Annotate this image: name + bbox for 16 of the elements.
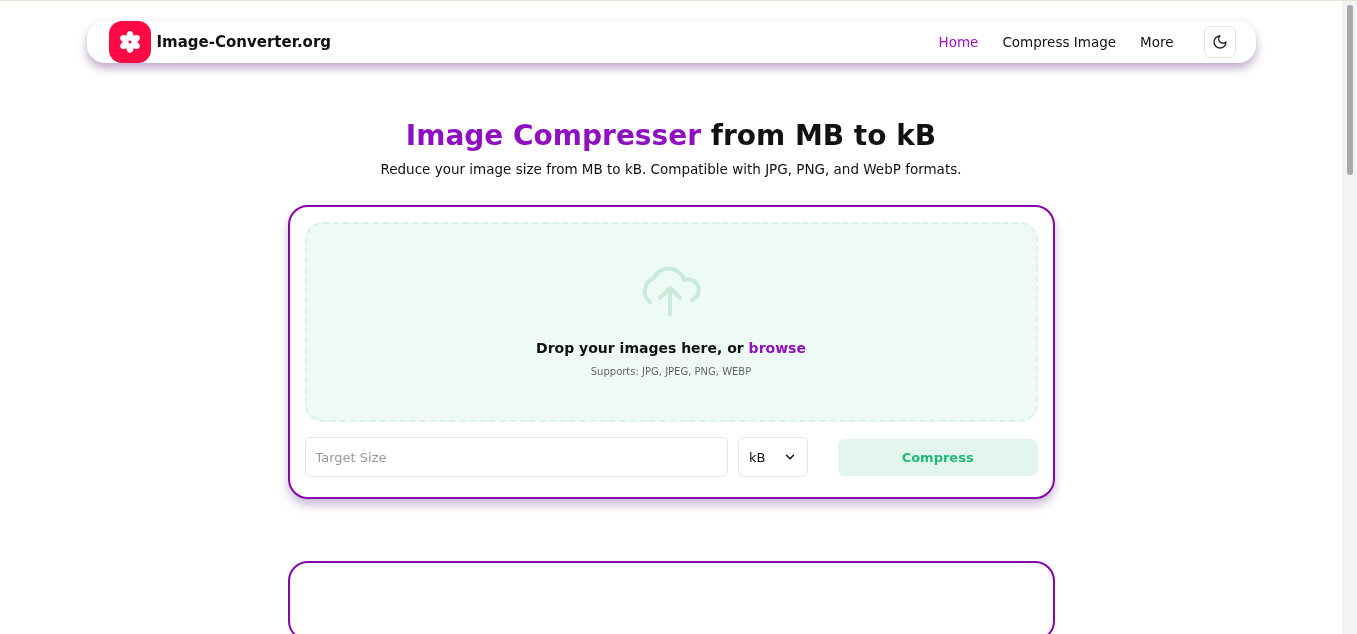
unit-select[interactable]: kB bbox=[737, 437, 808, 477]
drop-prompt: Drop your images here, or browse bbox=[536, 340, 806, 356]
page-title: Image Compresser from MB to kB bbox=[405, 119, 937, 153]
drop-zone[interactable]: Drop your images here, or browse Supports: JPG, JPEG, PNG, WEBP bbox=[304, 222, 1038, 422]
supported-formats: Supports: JPG, JPEG, PNG, WEBP bbox=[590, 366, 752, 377]
browse-link[interactable]: browse bbox=[748, 340, 806, 356]
target-size-field[interactable]: Target Size bbox=[304, 437, 728, 477]
page-subtitle: Reduce your image size from MB to kB. Compatible with JPG, PNG, and WebP formats. bbox=[380, 161, 962, 177]
cloud-upload-icon bbox=[640, 264, 702, 316]
dark-mode-button[interactable] bbox=[1203, 26, 1236, 58]
scrollbar-thumb[interactable] bbox=[1346, 5, 1353, 175]
nav-link[interactable]: More bbox=[1140, 34, 1174, 50]
brand-name: Image-Converter.org bbox=[156, 33, 332, 51]
nav-link[interactable]: Compress Image bbox=[1002, 34, 1117, 50]
nav-link[interactable]: Home bbox=[938, 34, 979, 50]
moon-icon bbox=[1211, 34, 1228, 50]
